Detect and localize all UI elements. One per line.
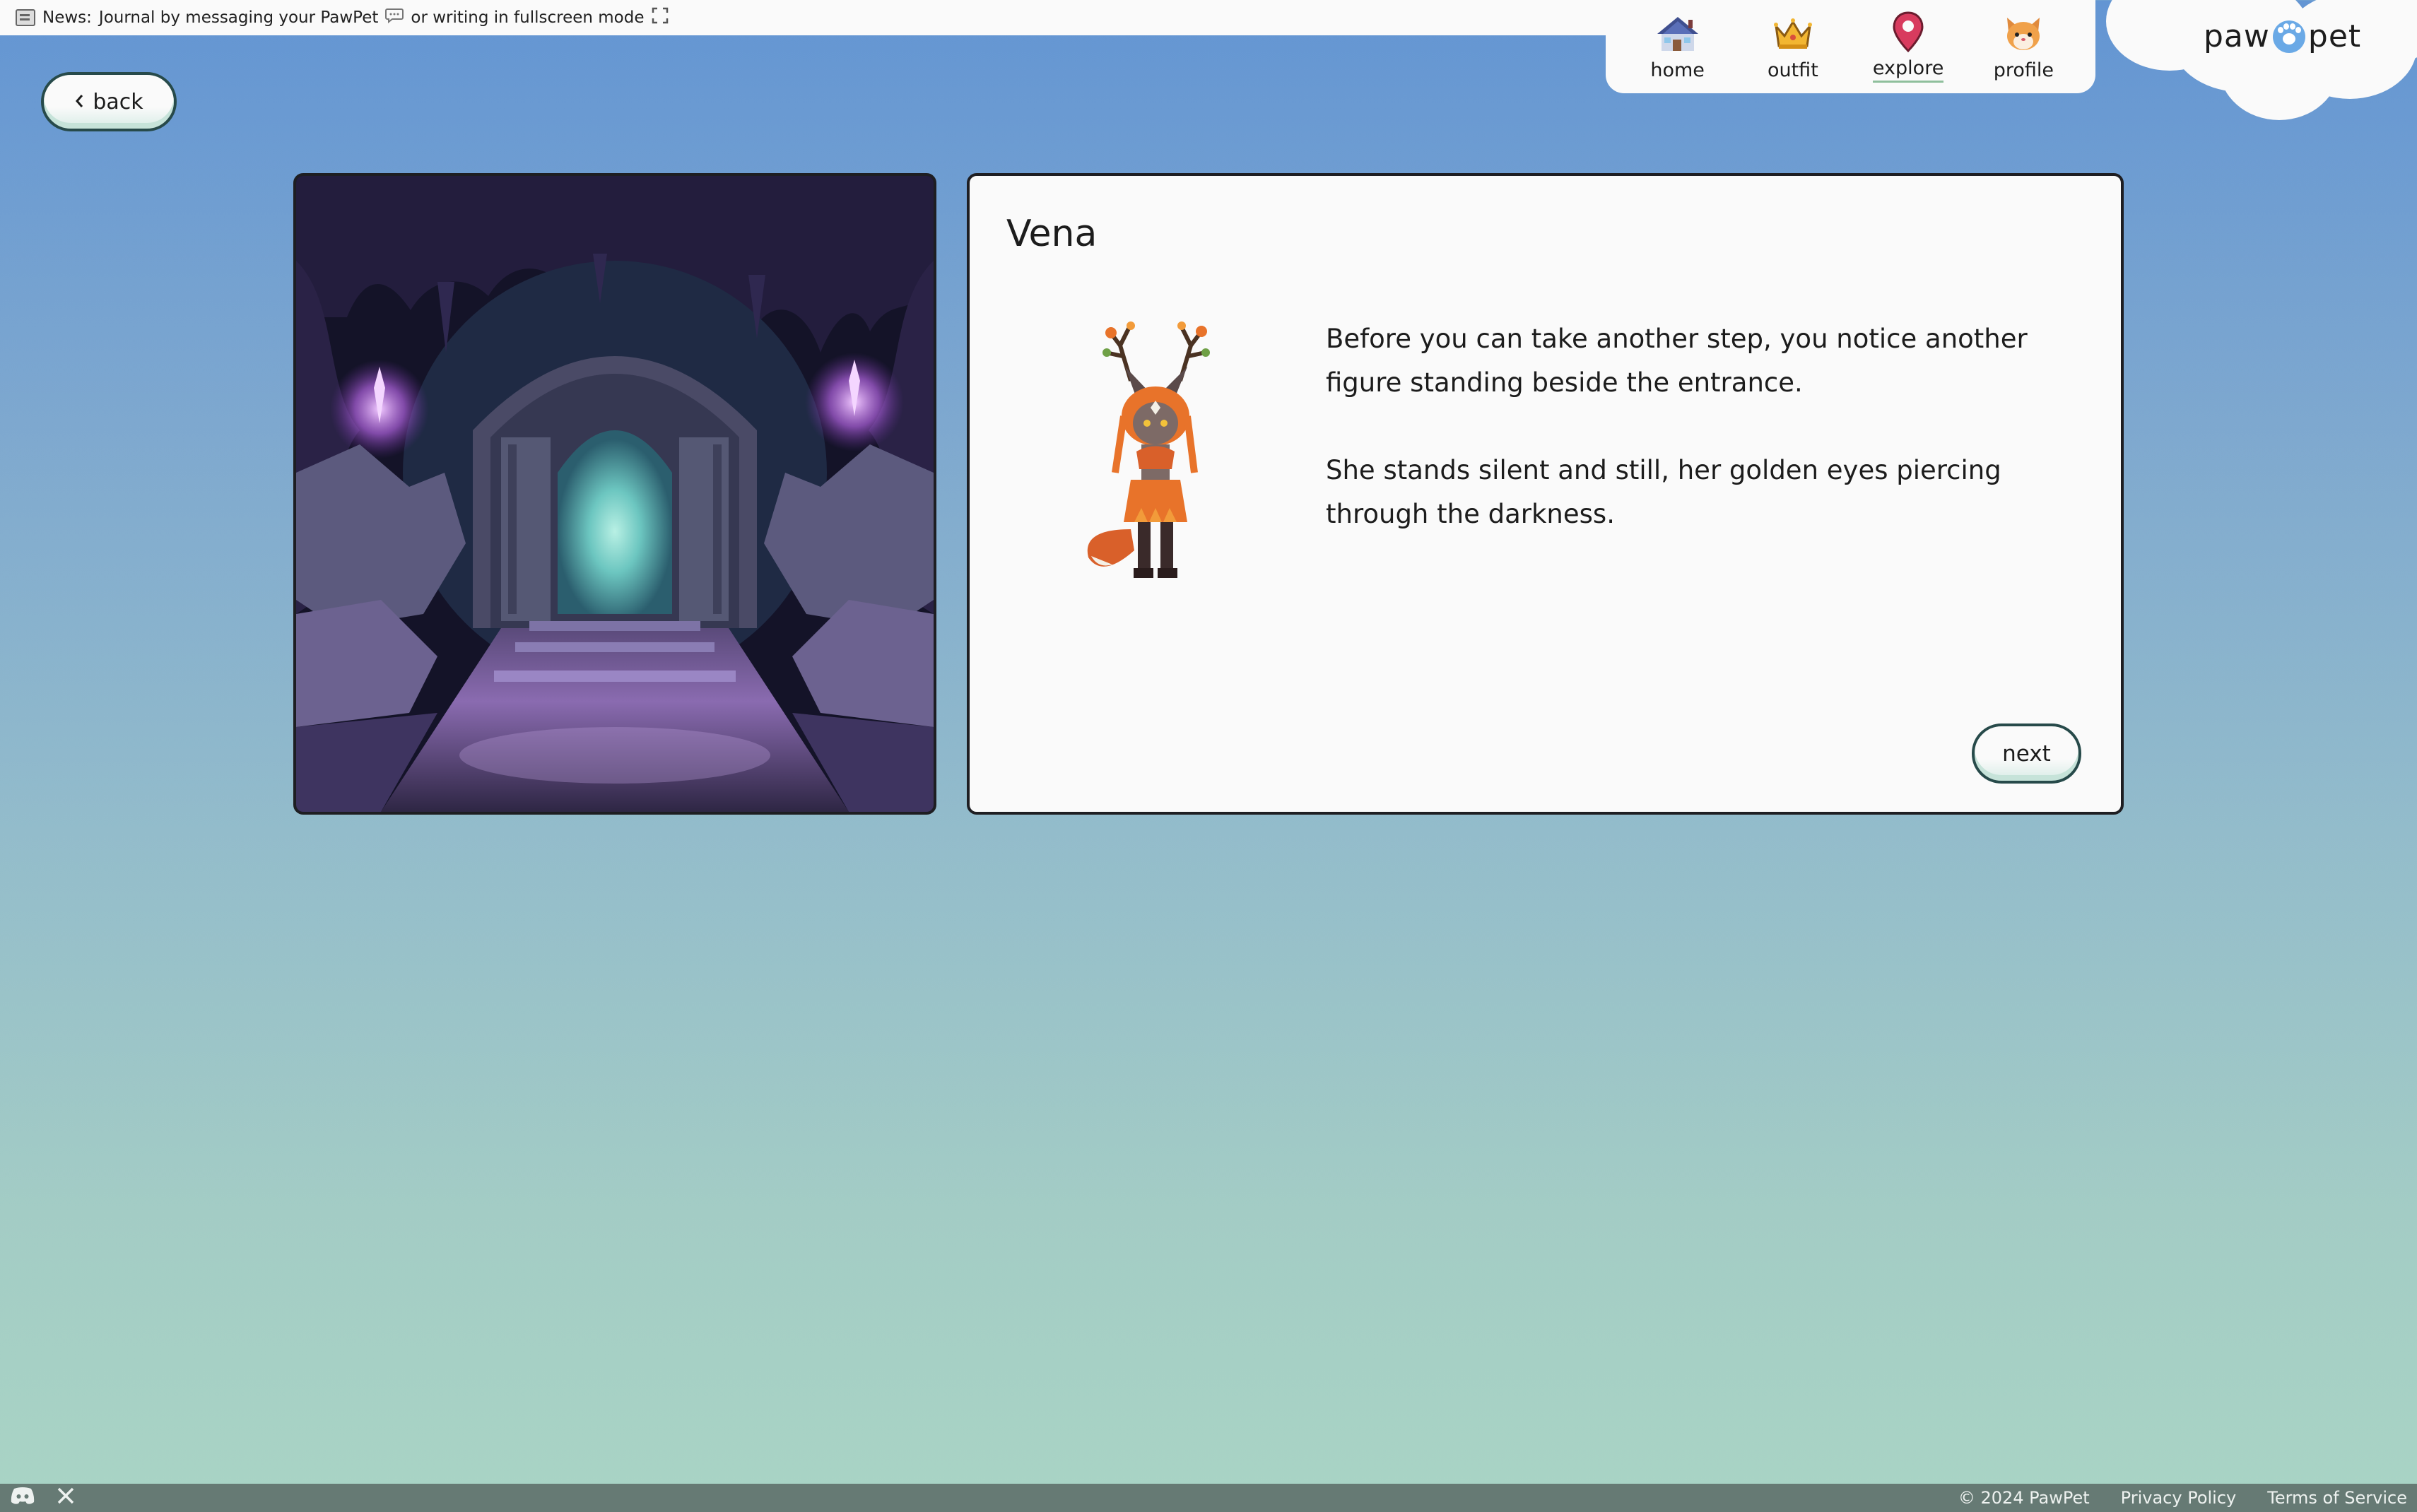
dialogue-paragraph-1: Before you can take another step, you no… [1326, 324, 2028, 398]
nav-outfit[interactable]: outfit [1743, 13, 1842, 81]
nav-explore[interactable]: explore [1859, 11, 1958, 83]
nav-profile-label: profile [1993, 59, 2054, 81]
nav-explore-label: explore [1872, 57, 1944, 83]
cave-illustration [296, 176, 934, 812]
house-icon [1654, 13, 1701, 55]
crown-icon [1772, 13, 1813, 55]
nav-home[interactable]: home [1628, 13, 1727, 81]
dialogue-paragraph-2: She stands silent and still, her golden … [1326, 455, 2001, 529]
character-sprite [1081, 317, 1230, 586]
footer: © 2024 PawPet Privacy Policy Terms of Se… [0, 1484, 2417, 1512]
logo-text-paw: paw [2204, 18, 2270, 54]
news-prefix: News: [42, 8, 92, 27]
map-pin-icon [1890, 11, 1926, 53]
logo-text-pet: pet [2307, 18, 2362, 54]
nav-outfit-label: outfit [1767, 59, 1818, 81]
newspaper-icon [16, 9, 35, 26]
next-label: next [2002, 740, 2051, 767]
discord-icon[interactable] [10, 1487, 35, 1509]
privacy-policy-link[interactable]: Privacy Policy [2121, 1488, 2237, 1508]
speaker-name: Vena [1006, 213, 1098, 255]
nav-profile[interactable]: profile [1974, 13, 2073, 81]
dialogue-panel: Vena Before you can take another step, y… [967, 173, 2124, 815]
fox-character-icon [1087, 321, 1210, 578]
nav-home-label: home [1650, 59, 1705, 81]
news-text: Journal by messaging your PawPet [98, 8, 379, 27]
paw-icon [2272, 20, 2305, 53]
fullscreen-icon [652, 7, 669, 28]
copyright-text: © 2024 PawPet [1958, 1488, 2090, 1508]
back-label: back [93, 89, 143, 114]
back-button[interactable]: back [41, 72, 177, 131]
cat-face-icon [2003, 13, 2044, 55]
x-twitter-icon[interactable] [57, 1487, 75, 1509]
chevron-left-icon [74, 90, 84, 114]
pawpet-logo[interactable]: paw pet [2204, 18, 2361, 54]
terms-of-service-link[interactable]: Terms of Service [2267, 1488, 2407, 1508]
speech-bubble-icon [385, 8, 404, 28]
dialogue-text: Before you can take another step, you no… [1326, 317, 2089, 536]
main-nav: home outfit explore profile [1606, 0, 2095, 93]
cave-scene-image [293, 173, 936, 815]
news-text-2: or writing in fullscreen mode [411, 8, 645, 27]
next-button[interactable]: next [1972, 723, 2081, 784]
news-bar: News: Journal by messaging your PawPet o… [0, 0, 1625, 35]
